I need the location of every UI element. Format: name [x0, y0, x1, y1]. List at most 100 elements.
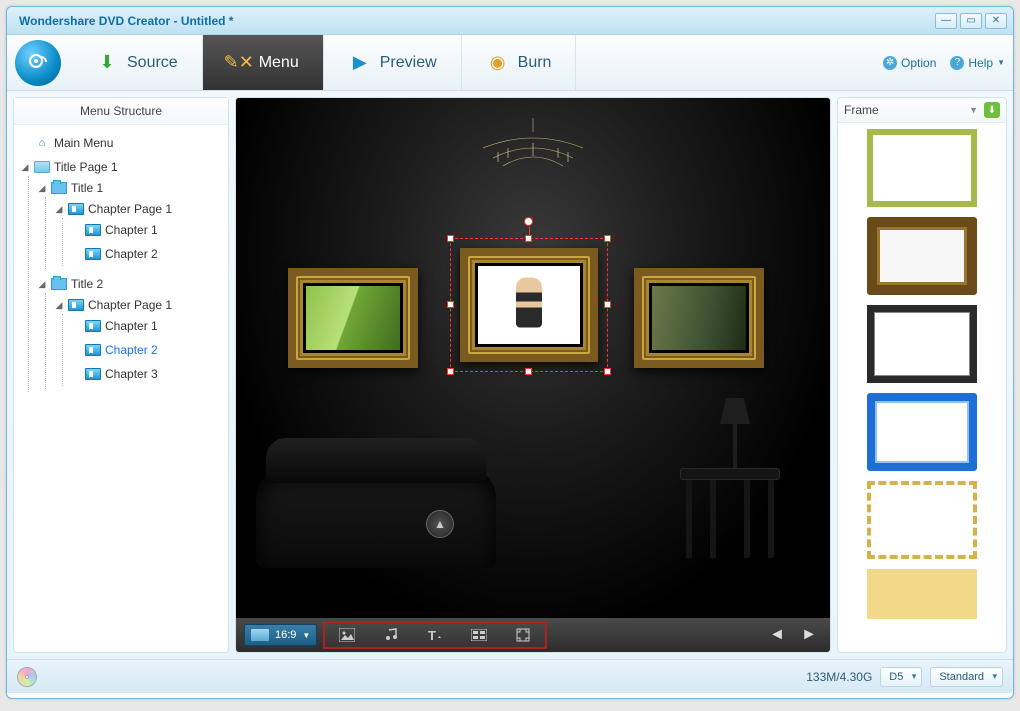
maximize-button[interactable]: ▭: [960, 13, 982, 29]
thumbnail-image: [652, 286, 746, 350]
disc-icon: [17, 667, 37, 687]
option-link[interactable]: ✲ Option: [883, 56, 936, 70]
frame-thumbnail-2-selected[interactable]: [460, 248, 598, 362]
tab-preview-label: Preview: [380, 54, 437, 72]
tree-item-title-2[interactable]: ◢ Title 2: [33, 275, 226, 293]
text-tool-button[interactable]: T: [413, 623, 457, 647]
film-icon: [68, 203, 84, 215]
quality-label: Standard: [939, 671, 984, 683]
background-tool-button[interactable]: [325, 623, 369, 647]
tree-label: Chapter 2: [105, 343, 158, 357]
pencil-cross-icon: ✎✕: [227, 51, 251, 75]
chevron-down-icon: ▼: [302, 631, 310, 640]
music-tool-button[interactable]: [369, 623, 413, 647]
frame-option[interactable]: [867, 393, 977, 471]
canvas-pane: ▲ 16:9 ▼ T ◄ ►: [235, 97, 831, 653]
gear-icon: ✲: [883, 56, 897, 70]
window-title: Wondershare DVD Creator - Untitled *: [13, 14, 932, 28]
header: ⬇ Source ✎✕ Menu ▶ Preview ◉ Burn ✲ Opti…: [7, 35, 1013, 91]
frame-thumbnail-1[interactable]: [288, 268, 418, 368]
page-icon: [34, 161, 50, 173]
quality-select[interactable]: Standard: [930, 667, 1003, 687]
tree-label: Chapter 1: [105, 319, 158, 333]
film-icon: [85, 344, 101, 356]
tab-preview[interactable]: ▶ Preview: [324, 35, 462, 90]
frame-list: [838, 123, 1006, 652]
sidebar: Menu Structure ⌂ Main Menu ◢ Title Page …: [13, 97, 229, 653]
tree-item-chapter-1[interactable]: Chapter 1: [67, 221, 226, 239]
tree-item-main-menu[interactable]: ⌂ Main Menu: [16, 134, 226, 152]
sidebar-header: Menu Structure: [14, 98, 228, 125]
titlebar: Wondershare DVD Creator - Untitled * — ▭…: [7, 7, 1013, 35]
frame-option[interactable]: [867, 569, 977, 619]
svg-text:T: T: [428, 628, 436, 642]
disc-type-select[interactable]: D5: [880, 667, 922, 687]
tab-menu[interactable]: ✎✕ Menu: [203, 35, 324, 90]
play-clapboard-icon: ▶: [348, 51, 372, 75]
frame-option[interactable]: [867, 217, 977, 295]
layout-tool-button[interactable]: [501, 623, 545, 647]
disc-type-label: D5: [889, 671, 903, 683]
tree-item-chapter-2[interactable]: Chapter 2: [67, 245, 226, 263]
option-label: Option: [901, 56, 936, 70]
collapse-icon[interactable]: ◢: [20, 162, 30, 173]
right-panel-title: Frame: [844, 103, 879, 117]
tab-burn-label: Burn: [518, 54, 552, 72]
tree-item-title-1[interactable]: ◢ Title 1: [33, 179, 226, 197]
download-frames-button[interactable]: ⬇: [984, 102, 1000, 118]
thumbnail-image: [306, 286, 400, 350]
tree-item-chapter-page-1[interactable]: ◢ Chapter Page 1: [50, 200, 226, 218]
size-indicator: 133M/4.30G: [806, 670, 872, 684]
folder-icon: [51, 278, 67, 290]
folder-icon: [51, 182, 67, 194]
prev-page-button[interactable]: ◄: [764, 624, 790, 646]
main-tabs: ⬇ Source ✎✕ Menu ▶ Preview ◉ Burn: [71, 35, 576, 90]
tree-label: Chapter 1: [105, 223, 158, 237]
tree-item-chapter-2b[interactable]: Chapter 2: [67, 341, 226, 359]
tree-item-title-page-1[interactable]: ◢ Title Page 1: [16, 158, 226, 176]
menu-canvas[interactable]: ▲: [236, 98, 830, 618]
tree-item-chapter-page-1b[interactable]: ◢ Chapter Page 1: [50, 296, 226, 314]
film-icon: [68, 299, 84, 311]
help-label: Help: [968, 56, 993, 70]
menu-tools-highlight: T: [323, 621, 547, 649]
chevron-down-icon[interactable]: ▼: [969, 105, 978, 115]
sidetable-prop: [680, 468, 780, 558]
close-button[interactable]: ✕: [985, 13, 1007, 29]
collapse-icon[interactable]: ◢: [37, 279, 47, 290]
right-panel: Frame ▼ ⬇: [837, 97, 1007, 653]
status-bar: 133M/4.30G D5 Standard: [7, 659, 1013, 693]
tab-source[interactable]: ⬇ Source: [71, 35, 203, 90]
app-logo-icon: [15, 40, 61, 86]
up-nav-button[interactable]: ▲: [426, 510, 454, 538]
collapse-icon[interactable]: ◢: [37, 183, 47, 194]
body: Menu Structure ⌂ Main Menu ◢ Title Page …: [7, 91, 1013, 659]
tree-label: Chapter 2: [105, 247, 158, 261]
frame-option[interactable]: [867, 481, 977, 559]
disc-icon: ◉: [486, 51, 510, 75]
film-icon: [85, 224, 101, 236]
next-page-button[interactable]: ►: [796, 624, 822, 646]
lamp-prop: [720, 398, 750, 468]
collapse-icon[interactable]: ◢: [54, 204, 64, 215]
tree-label: Main Menu: [54, 136, 113, 150]
couch-prop: [256, 468, 496, 568]
tab-source-label: Source: [127, 54, 178, 72]
film-icon: [85, 248, 101, 260]
minimize-button[interactable]: —: [935, 13, 957, 29]
collapse-icon[interactable]: ◢: [54, 300, 64, 311]
canvas-toolbar: 16:9 ▼ T ◄ ►: [236, 618, 830, 652]
tree-item-chapter-1b[interactable]: Chapter 1: [67, 317, 226, 335]
thumbnail-tool-button[interactable]: [457, 623, 501, 647]
frame-option[interactable]: [867, 129, 977, 207]
frame-thumbnail-3[interactable]: [634, 268, 764, 368]
right-panel-header: Frame ▼ ⬇: [838, 98, 1006, 123]
tree-item-chapter-3b[interactable]: Chapter 3: [67, 365, 226, 383]
aspect-ratio-label: 16:9: [275, 629, 296, 641]
aspect-ratio-select[interactable]: 16:9 ▼: [244, 624, 317, 646]
tab-burn[interactable]: ◉ Burn: [462, 35, 577, 90]
help-link[interactable]: ? Help ▼: [950, 56, 1005, 70]
tree-label: Title Page 1: [54, 160, 118, 174]
frame-option[interactable]: [867, 305, 977, 383]
thumbnail-image: [478, 266, 580, 344]
